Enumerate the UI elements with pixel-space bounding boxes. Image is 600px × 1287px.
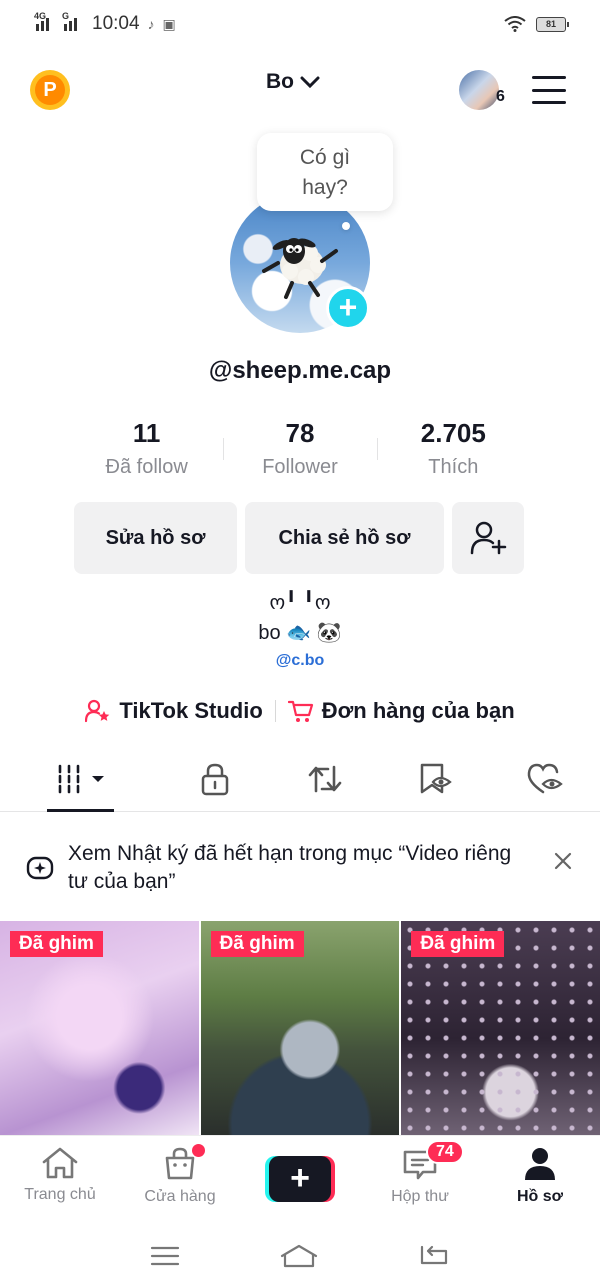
nav-inbox[interactable]: Hộp thư 74 [360, 1136, 480, 1225]
video-thumbnail[interactable]: Đã ghim [200, 921, 400, 1135]
profile-icon [525, 1148, 555, 1180]
tab-reposts[interactable] [270, 746, 380, 811]
orders-link[interactable]: Đơn hàng của bạn [287, 698, 515, 724]
system-navigation [0, 1225, 600, 1287]
pinned-badge: Đã ghim [10, 931, 103, 957]
notice-text: Xem Nhật ký đã hết hạn trong mục “Video … [68, 842, 512, 893]
menu-icon-line [532, 88, 566, 92]
home-icon [42, 1147, 78, 1179]
stat-label: Follower [262, 456, 338, 478]
plus-icon: + [338, 289, 358, 325]
home-system-icon[interactable] [279, 1243, 319, 1269]
signal-icon: 4G [34, 11, 54, 31]
inbox-count-badge: 74 [426, 1140, 464, 1164]
cart-icon [287, 700, 313, 722]
share-profile-button[interactable]: Chia sẻ hồ sơ [245, 502, 444, 574]
video-grid: Đã ghim Đã ghim Đã ghim [0, 921, 600, 1135]
status-bar: 4G G 10:04 ♪ ▣ 81 [0, 0, 600, 48]
active-tab-indicator [47, 809, 114, 812]
menu-button[interactable] [532, 76, 566, 104]
stat-value: 2.705 [420, 418, 486, 448]
shop-notification-dot [192, 1144, 205, 1157]
pinned-badge: Đã ghim [210, 931, 304, 957]
nav-shop-label: Cửa hàng [144, 1188, 216, 1205]
studio-icon [85, 699, 110, 723]
grid-icon [58, 764, 104, 793]
bio-line-2: bo 🐟 🐼 [258, 622, 342, 644]
nav-inbox-label: Hộp thư [391, 1188, 449, 1205]
note-bubble-tail [342, 222, 350, 230]
network-type-1: 4G [34, 11, 47, 21]
nav-shop[interactable]: Cửa hàng [120, 1136, 240, 1225]
shop-notification-icon: ▣ [162, 15, 176, 32]
profile-header: P Bo 6 [0, 62, 600, 118]
chevron-down-icon [300, 76, 320, 89]
create-button[interactable]: + [265, 1156, 335, 1202]
tiktok-studio-link[interactable]: TikTok Studio [85, 698, 263, 724]
repost-icon [308, 765, 342, 792]
battery-indicator: 81 [536, 16, 569, 32]
profile-links: TikTok Studio Đơn hàng của bạn [0, 698, 600, 724]
account-switcher[interactable]: Bo [266, 70, 320, 94]
tab-private[interactable] [160, 746, 270, 811]
stat-value: 78 [285, 418, 315, 448]
expired-diary-notice[interactable]: Xem Nhật ký đã hết hạn trong mục “Video … [0, 822, 600, 910]
nav-create[interactable]: + [240, 1136, 360, 1225]
clock: 10:04 [92, 13, 140, 34]
orders-label: Đơn hàng của bạn [321, 698, 515, 723]
network-type-2: G [62, 11, 70, 21]
bio-line-1: ო╹ ╹ო [269, 592, 331, 614]
nav-home[interactable]: Trang chủ [0, 1136, 120, 1225]
lock-icon [201, 763, 229, 795]
back-icon[interactable] [418, 1243, 450, 1269]
edit-profile-button[interactable]: Sửa hồ sơ [74, 502, 237, 574]
coin-button[interactable]: P [30, 70, 70, 110]
friends-count: 6 [496, 88, 505, 105]
nav-home-label: Trang chủ [24, 1186, 96, 1203]
coin-icon: P [35, 75, 65, 105]
profile-stats: 11 Đã follow 78 Follower 2.705 Thích [70, 418, 530, 479]
add-user-icon [470, 521, 507, 555]
stat-likes[interactable]: 2.705 Thích [376, 418, 530, 479]
pinned-badge: Đã ghim [411, 931, 505, 957]
menu-icon-line [532, 76, 566, 79]
sparkle-icon [26, 856, 54, 880]
plus-icon: + [269, 1156, 331, 1202]
tiktok-notification-icon: ♪ [147, 16, 155, 32]
recent-apps-icon[interactable] [150, 1245, 180, 1267]
nav-profile[interactable]: Hồ sơ [480, 1136, 600, 1225]
wifi-icon [504, 16, 526, 32]
video-thumbnail[interactable]: Đã ghim [0, 921, 199, 1135]
studio-label: TikTok Studio [119, 698, 263, 723]
note-bubble[interactable]: Có gì hay? [257, 133, 393, 211]
stat-label: Thích [428, 456, 479, 478]
stat-followers[interactable]: 78 Follower [223, 418, 376, 479]
links-divider [274, 700, 276, 722]
account-name: Bo [266, 70, 294, 93]
bottom-nav: Trang chủ Cửa hàng + Hộp thư 74 Hồ sơ [0, 1135, 600, 1225]
bookmark-icon [420, 763, 452, 793]
friends-avatar[interactable] [459, 70, 499, 110]
stat-value: 11 [132, 418, 161, 448]
bio-mention-link[interactable]: @c.bo [0, 652, 600, 670]
content-tabs [0, 746, 600, 812]
close-icon[interactable] [554, 852, 572, 870]
note-bubble-text: Có gì hay? [299, 146, 351, 199]
nav-profile-label: Hồ sơ [516, 1188, 564, 1205]
menu-icon-line [532, 101, 566, 104]
stat-following[interactable]: 11 Đã follow [70, 418, 223, 479]
tab-favorites[interactable] [380, 746, 490, 811]
add-friend-button[interactable] [452, 502, 524, 574]
video-thumbnail[interactable]: Đã ghim [401, 921, 600, 1135]
heart-icon [527, 763, 563, 793]
username: @sheep.me.cap [208, 357, 392, 384]
profile-actions: Sửa hồ sơ Chia sẻ hồ sơ [74, 502, 524, 574]
tab-videos[interactable] [0, 746, 160, 812]
tab-liked[interactable] [490, 746, 600, 811]
signal-icon-2: G [62, 11, 82, 31]
bio: ო╹ ╹ო bo 🐟 🐼 [0, 588, 600, 648]
stat-label: Đã follow [105, 456, 188, 478]
add-story-button[interactable]: + [326, 286, 370, 330]
